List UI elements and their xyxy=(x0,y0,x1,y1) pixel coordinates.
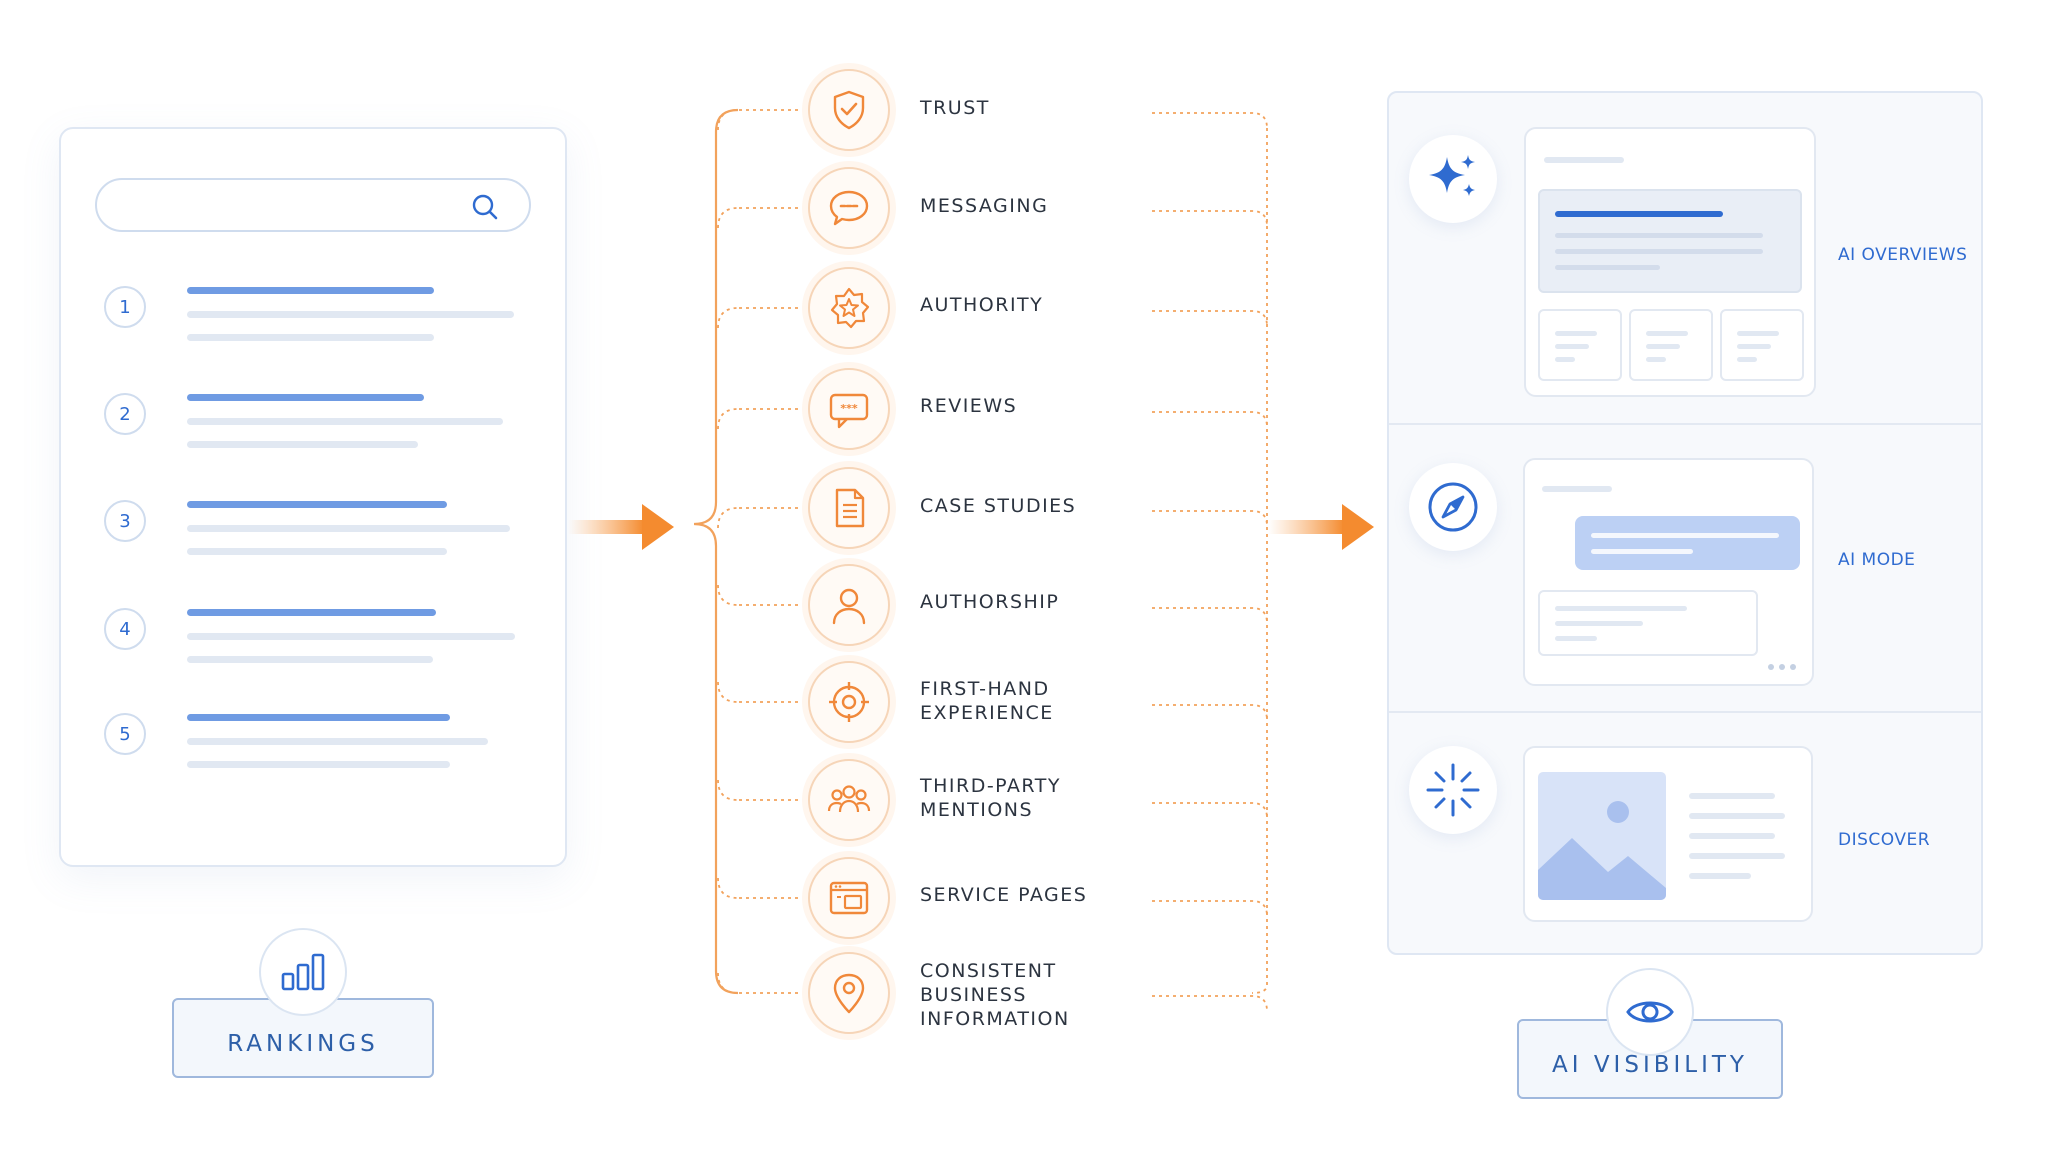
mock-line xyxy=(1737,331,1779,336)
factor-connector-right xyxy=(1152,510,1268,527)
mock-line xyxy=(1555,357,1575,362)
factor-connector-curve xyxy=(717,507,739,529)
mock-line xyxy=(1555,331,1597,336)
factor-connector-curve xyxy=(717,584,739,606)
factor-connector-curve xyxy=(717,681,739,703)
panel-divider xyxy=(1389,423,1981,425)
factor-label: AUTHORITY xyxy=(920,294,1044,316)
mock-line xyxy=(1555,344,1589,349)
factor-bracket-left xyxy=(693,108,739,995)
ai-mode-label: AI MODE xyxy=(1838,550,1916,570)
shield-check-icon xyxy=(833,90,865,130)
star-badge-icon xyxy=(830,287,870,329)
browser-window-icon xyxy=(829,881,869,915)
mock-line xyxy=(1689,813,1785,819)
group-icon xyxy=(827,785,871,813)
ai-mode-query-bubble xyxy=(1575,516,1800,570)
factor-connector-curve xyxy=(717,972,739,994)
factor-connector-right xyxy=(1152,900,1268,917)
compass-icon xyxy=(1428,482,1478,532)
mock-line xyxy=(1689,833,1775,839)
ai-visibility-icon-circle xyxy=(1606,968,1694,1056)
factor-icon-circle xyxy=(808,759,890,841)
factor-label: FIRST-HAND EXPERIENCE xyxy=(920,678,1054,724)
person-icon xyxy=(832,588,866,625)
target-icon xyxy=(829,682,869,722)
factor-connector-right xyxy=(1152,704,1268,721)
sparkle-icon xyxy=(1429,155,1475,196)
mock-line xyxy=(1646,344,1680,349)
mock-line xyxy=(1555,249,1763,254)
factor-icon-circle xyxy=(808,564,890,646)
mock-line xyxy=(1555,621,1643,626)
factor-label: AUTHORSHIP xyxy=(920,591,1060,613)
compass-icon-circle xyxy=(1409,463,1497,551)
mock-line xyxy=(1544,157,1624,163)
factor-label: TRUST xyxy=(920,97,990,119)
factor-connector-right xyxy=(1152,112,1268,129)
factor-connector-curve xyxy=(717,207,739,229)
panel-divider xyxy=(1389,711,1981,713)
discover-label: DISCOVER xyxy=(1838,830,1931,850)
factor-connector-right xyxy=(1152,995,1268,1012)
sparkle-icon-circle xyxy=(1409,135,1497,223)
factor-connector-curve xyxy=(717,877,739,899)
factor-label: CASE STUDIES xyxy=(920,495,1077,517)
mock-line xyxy=(1737,344,1771,349)
factor-label: CONSISTENT BUSINESS INFORMATION xyxy=(920,960,1070,1030)
mock-line xyxy=(1555,211,1723,217)
factor-connector-right xyxy=(1152,411,1268,428)
factor-icon-circle xyxy=(808,857,890,939)
factor-icon-circle xyxy=(808,267,890,349)
factor-bracket-right xyxy=(1251,128,1268,994)
factor-label: REVIEWS xyxy=(920,395,1018,417)
mock-line xyxy=(1591,549,1693,554)
factor-connector-curve xyxy=(717,779,739,801)
mock-line xyxy=(1689,873,1751,879)
mock-line xyxy=(1591,533,1779,538)
mock-line xyxy=(1542,486,1612,492)
discover-image-thumbnail xyxy=(1538,772,1666,900)
ai-overview-answer-box xyxy=(1538,189,1802,293)
mock-line xyxy=(1646,357,1666,362)
factor-label: MESSAGING xyxy=(920,195,1049,217)
map-pin-icon xyxy=(833,973,865,1014)
burst-icon-circle xyxy=(1409,746,1497,834)
review-bubble-icon: *** xyxy=(829,393,869,429)
mock-line xyxy=(1555,233,1763,238)
chat-bubble-icon xyxy=(829,190,869,226)
factor-connector-curve xyxy=(717,109,739,131)
factor-icon-circle xyxy=(808,69,890,151)
mock-line xyxy=(1689,793,1775,799)
factor-connector-right xyxy=(1152,802,1268,819)
mock-line xyxy=(1555,606,1687,611)
factor-connector-right xyxy=(1152,310,1268,327)
factor-label: THIRD-PARTY MENTIONS xyxy=(920,775,1061,821)
factor-icon-circle xyxy=(808,467,890,549)
factor-icon-circle: *** xyxy=(808,368,890,450)
factor-label: SERVICE PAGES xyxy=(920,884,1088,906)
mock-line xyxy=(1689,853,1785,859)
image-icon xyxy=(1538,801,1666,900)
factor-icon-circle xyxy=(808,952,890,1034)
mock-line xyxy=(1646,331,1688,336)
more-dots-icon xyxy=(1768,664,1796,670)
factor-connector-curve xyxy=(717,307,739,329)
mock-line xyxy=(1555,265,1660,270)
ai-overviews-label: AI OVERVIEWS xyxy=(1838,245,1968,265)
factor-icon-circle xyxy=(808,661,890,743)
mock-line xyxy=(1555,636,1597,641)
svg-text:***: *** xyxy=(840,402,858,415)
eye-icon xyxy=(1626,1001,1674,1023)
mock-line xyxy=(1737,357,1757,362)
document-icon xyxy=(835,488,865,528)
burst-icon xyxy=(1426,763,1480,817)
factor-icon-circle xyxy=(808,167,890,249)
factor-connector-curve xyxy=(717,408,739,430)
factor-connector-right xyxy=(1152,607,1268,624)
factor-connector-right xyxy=(1152,210,1268,227)
